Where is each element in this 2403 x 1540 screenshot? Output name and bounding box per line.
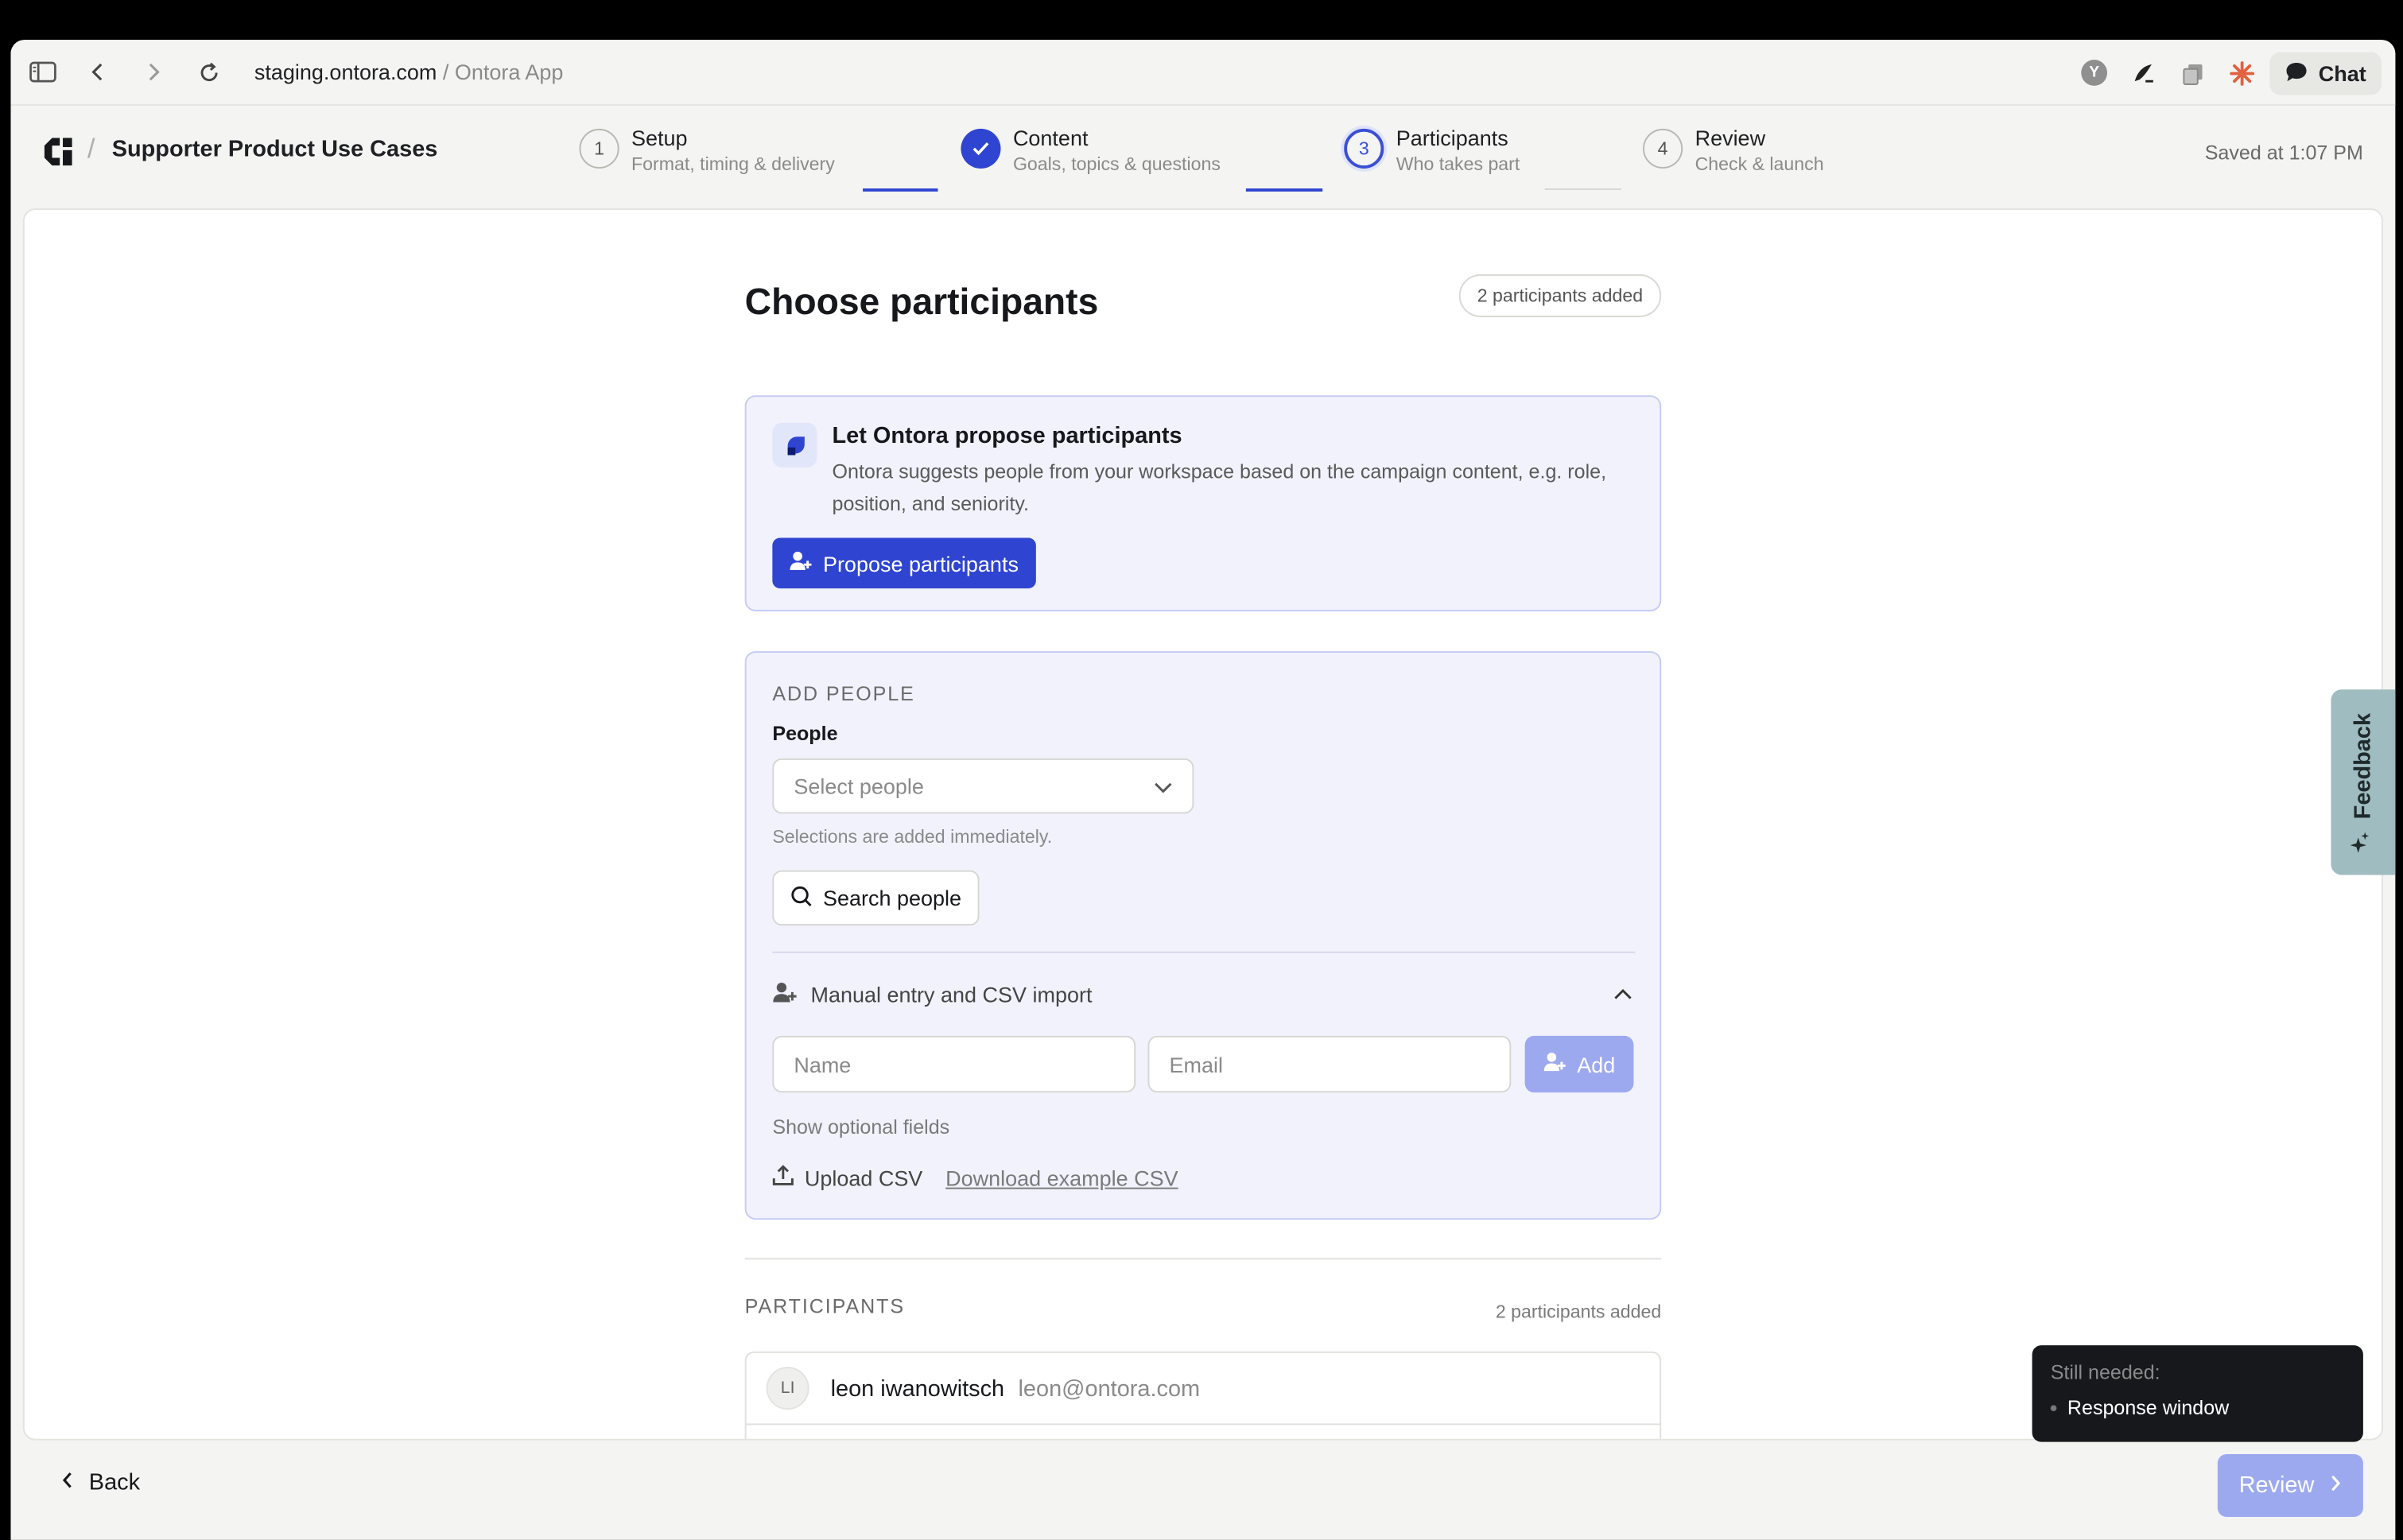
feedback-tab[interactable]: Feedback — [2331, 689, 2396, 875]
chat-button[interactable]: Chat — [2269, 52, 2382, 95]
chat-label: Chat — [2318, 61, 2366, 86]
email-input[interactable]: Email — [1147, 1035, 1512, 1093]
add-user-icon — [772, 980, 797, 1008]
chat-bubble-icon — [2285, 60, 2308, 87]
manual-entry-label: Manual entry and CSV import — [810, 982, 1093, 1007]
people-select[interactable]: Select people — [772, 758, 1194, 814]
propose-panel: Let Ontora propose participants Ontora s… — [744, 395, 1662, 611]
reload-icon[interactable] — [193, 56, 224, 87]
show-optional-fields-link[interactable]: Show optional fields — [772, 1115, 949, 1139]
step-connector — [1544, 188, 1622, 190]
participant-email: leon@ontora.com — [1018, 1375, 1201, 1402]
chevron-right-icon — [2330, 1472, 2342, 1499]
page-title: Choose participants — [744, 281, 1099, 324]
back-button[interactable]: Back — [61, 1469, 140, 1495]
manual-entry-toggle[interactable]: Manual entry and CSV import — [772, 980, 1092, 1008]
url-host: staging.ontora.com — [254, 60, 437, 85]
review-button[interactable]: Review — [2217, 1453, 2363, 1518]
address-bar[interactable]: staging.ontora.com / Ontora App — [254, 60, 563, 84]
step-participants[interactable]: 3 Participants Who takes part — [1344, 126, 1520, 176]
add-button-label: Add — [1577, 1052, 1616, 1076]
step-connector — [1245, 188, 1323, 192]
chevron-down-icon — [1154, 774, 1172, 798]
step-setup[interactable]: 1 Setup Format, timing & delivery — [579, 126, 835, 176]
search-people-button[interactable]: Search people — [772, 870, 980, 926]
propose-description: Ontora suggests people from your workspa… — [832, 460, 1607, 515]
step-title: Review — [1695, 126, 1766, 150]
download-example-csv-link[interactable]: Download example CSV — [945, 1166, 1178, 1191]
step-content[interactable]: Content Goals, topics & questions — [961, 126, 1221, 176]
avatar: LI — [766, 1367, 809, 1410]
breadcrumb-separator: / — [87, 133, 95, 165]
sidebar-toggle-icon[interactable] — [28, 56, 59, 87]
forward-arrow-icon[interactable] — [138, 56, 169, 87]
step-subtitle: Format, timing & delivery — [631, 153, 835, 175]
back-arrow-icon[interactable] — [83, 56, 114, 87]
sparkle-icon — [2350, 831, 2378, 852]
section-divider — [772, 951, 1636, 953]
participant-name: leon iwanowitsch — [830, 1375, 1005, 1402]
upload-icon — [772, 1165, 794, 1191]
url-app-name: Ontora App — [454, 60, 564, 85]
ai-assistant-icon — [772, 422, 817, 467]
extension-spark-icon[interactable] — [2228, 60, 2254, 86]
step-title: Content — [1012, 126, 1089, 150]
email-placeholder: Email — [1169, 1052, 1224, 1076]
project-title: Supporter Product Use Cases — [111, 136, 438, 163]
people-select-placeholder: Select people — [794, 774, 924, 799]
step-connector — [863, 188, 938, 192]
extension-copy-icon[interactable] — [2180, 60, 2206, 86]
add-user-icon — [790, 550, 813, 576]
profile-avatar[interactable]: Y — [2081, 60, 2108, 86]
checkmark-icon — [961, 128, 1001, 169]
search-icon — [790, 885, 812, 911]
add-people-panel: ADD PEOPLE People Select people Selectio… — [744, 651, 1662, 1220]
step-subtitle: Goals, topics & questions — [1012, 153, 1221, 175]
chevron-left-icon — [61, 1469, 73, 1495]
step-number: 3 — [1344, 128, 1384, 169]
section-divider — [744, 1258, 1662, 1260]
step-number: 1 — [579, 128, 619, 169]
app-header: / Supporter Product Use Cases 1 Setup For… — [10, 106, 2395, 205]
step-subtitle: Check & launch — [1695, 153, 1824, 175]
add-people-heading: ADD PEOPLE — [772, 681, 915, 705]
people-field-label: People — [772, 721, 838, 745]
add-participant-button[interactable]: Add — [1524, 1035, 1634, 1093]
browser-window: staging.ontora.com / Ontora App Y Chat /… — [10, 40, 2396, 1540]
propose-title: Let Ontora propose participants — [832, 422, 1182, 449]
name-placeholder: Name — [794, 1052, 852, 1076]
step-title: Setup — [631, 126, 688, 150]
bullet-icon — [2050, 1404, 2057, 1411]
still-needed-tooltip: Still needed: Response window — [2032, 1345, 2363, 1442]
browser-toolbar: staging.ontora.com / Ontora App Y Chat — [10, 40, 2396, 106]
participants-list: LI leon iwanowitsch leon@ontora.com — [744, 1351, 1662, 1439]
tooltip-title: Still needed: — [2050, 1360, 2160, 1384]
feedback-label: Feedback — [2350, 712, 2377, 819]
selection-hint: Selections are added immediately. — [772, 825, 1053, 848]
step-title: Participants — [1396, 126, 1508, 150]
step-review[interactable]: 4 Review Check & launch — [1643, 126, 1824, 176]
saved-status: Saved at 1:07 PM — [2204, 141, 2363, 165]
search-people-label: Search people — [822, 885, 961, 910]
extension-pen-icon[interactable] — [2130, 60, 2156, 86]
participant-row[interactable]: LI leon iwanowitsch leon@ontora.com — [746, 1353, 1660, 1426]
name-input[interactable]: Name — [772, 1035, 1136, 1093]
url-separator: / — [437, 60, 455, 85]
review-label: Review — [2238, 1472, 2315, 1499]
main-card: Choose participants 2 participants added… — [22, 208, 2383, 1441]
back-label: Back — [88, 1469, 141, 1496]
upload-csv-button[interactable]: Upload CSV — [772, 1165, 922, 1191]
upload-csv-label: Upload CSV — [804, 1165, 923, 1190]
participant-count-badge: 2 participants added — [1458, 273, 1662, 317]
propose-button-label: Propose participants — [822, 550, 1019, 576]
step-subtitle: Who takes part — [1396, 153, 1520, 175]
tooltip-item: Response window — [2067, 1395, 2230, 1419]
chevron-up-icon[interactable] — [1613, 983, 1634, 1005]
propose-participants-button[interactable]: Propose participants — [772, 537, 1036, 589]
participants-heading: PARTICIPANTS — [744, 1294, 906, 1318]
step-number: 4 — [1643, 128, 1683, 169]
participants-count: 2 participants added — [1495, 1301, 1662, 1323]
add-user-icon — [1543, 1051, 1566, 1077]
ontora-logo-icon[interactable] — [40, 134, 76, 170]
